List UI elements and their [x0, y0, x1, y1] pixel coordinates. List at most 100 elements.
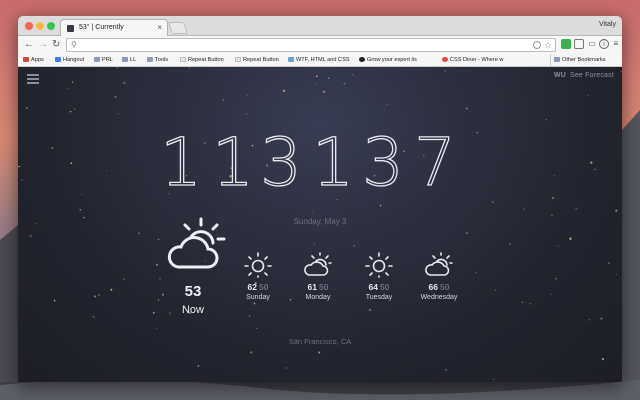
bookmark-tools[interactable]: Tools	[147, 54, 168, 66]
bookmark-repeat-button-2[interactable]: Repeat Button	[235, 54, 279, 66]
folder-icon	[122, 57, 128, 62]
browser-window: 53° | Currently × Vitaly ← → ↻ ⚲ ☆ ▭ i ≡…	[18, 16, 622, 382]
close-window-button[interactable]	[25, 22, 33, 30]
bookmark-prl[interactable]: PRL	[94, 54, 113, 66]
bookmark-ll[interactable]: LL	[122, 54, 136, 66]
see-forecast-label: See Forecast	[569, 72, 614, 79]
star	[552, 197, 554, 199]
star	[590, 161, 593, 164]
star	[116, 67, 119, 69]
page-icon	[180, 57, 186, 62]
search-icon: ⚲	[71, 40, 77, 49]
star	[282, 89, 286, 92]
star	[343, 82, 346, 85]
star	[256, 327, 258, 330]
forecast-day-name: Monday	[305, 294, 331, 301]
bookmark-css-diner[interactable]: CSS Diner - Where w	[442, 54, 503, 66]
clock-seconds: 37	[362, 125, 464, 195]
star	[248, 315, 251, 317]
star	[569, 237, 572, 240]
star	[553, 174, 556, 177]
info-icon[interactable]: i	[599, 39, 609, 49]
star	[138, 232, 140, 234]
star	[222, 99, 225, 101]
star	[594, 168, 596, 171]
new-tab-button[interactable]	[167, 22, 189, 34]
star	[157, 238, 160, 241]
star	[114, 95, 117, 98]
star	[313, 243, 315, 245]
star	[494, 289, 496, 291]
extension-shield-icon[interactable]	[561, 39, 571, 49]
forecast-day-name: Sunday	[246, 294, 270, 301]
partly-cloudy-icon	[425, 252, 453, 276]
star	[466, 107, 468, 110]
star	[92, 315, 95, 319]
star	[315, 75, 318, 78]
star	[67, 87, 69, 90]
star	[529, 302, 532, 305]
bookmark-other-bookmarks[interactable]: Other Bookmarks	[550, 54, 606, 66]
wtf-icon	[288, 57, 294, 62]
star	[51, 147, 54, 149]
clock: 11 31 37	[159, 123, 464, 207]
star	[110, 288, 113, 291]
star	[74, 108, 76, 110]
star	[368, 308, 372, 312]
bookmarks-bar: Apps Hangout PRL LL Tools Repeat Button …	[18, 54, 622, 67]
reload-icon[interactable]: ↻	[52, 38, 60, 52]
star	[97, 294, 100, 296]
star	[600, 317, 603, 320]
forecast-low: 50	[380, 282, 390, 292]
star	[123, 278, 125, 281]
browser-toolbar: ← → ↻ ⚲ ☆ ▭ i ≡	[18, 36, 622, 54]
bookmark-repeat-button-1[interactable]: Repeat Button	[180, 54, 224, 66]
star	[157, 299, 160, 301]
see-forecast-link[interactable]: WU See Forecast	[554, 72, 614, 79]
folder-icon	[94, 57, 100, 62]
pocket-icon[interactable]	[574, 39, 584, 49]
back-icon[interactable]: ←	[24, 38, 34, 52]
star	[69, 110, 72, 113]
star	[476, 132, 479, 134]
close-tab-icon[interactable]: ×	[157, 23, 162, 32]
minimize-window-button[interactable]	[36, 22, 44, 30]
cast-icon[interactable]: ▭	[587, 39, 597, 49]
bookmark-hangout[interactable]: Hangout	[55, 54, 84, 66]
star	[123, 81, 126, 84]
location-icon[interactable]	[533, 41, 541, 49]
profile-button[interactable]: Vitaly	[599, 21, 616, 28]
star	[586, 94, 589, 96]
forward-icon[interactable]: →	[38, 38, 48, 52]
address-bar[interactable]: ⚲ ☆	[66, 38, 556, 52]
star	[615, 209, 618, 212]
star	[246, 94, 249, 97]
star	[555, 277, 557, 280]
bookmark-apps[interactable]: Apps	[23, 54, 44, 66]
star	[156, 327, 158, 330]
star	[245, 113, 248, 115]
bookmark-grow-expert[interactable]: Grow your expert lis	[359, 54, 417, 66]
star	[521, 301, 524, 304]
star	[79, 208, 82, 211]
star	[445, 368, 448, 371]
wu-logo: WU	[553, 72, 566, 79]
forecast-high: 66	[428, 282, 438, 292]
star	[523, 208, 526, 210]
tab-title: 53° | Currently	[79, 24, 124, 31]
star	[285, 367, 287, 369]
forecast-high: 62	[247, 282, 257, 292]
tab-currently[interactable]: 53° | Currently ×	[60, 19, 168, 36]
bookmark-star-icon[interactable]: ☆	[544, 39, 552, 51]
star	[557, 245, 559, 247]
sun-icon	[365, 252, 393, 278]
zoom-window-button[interactable]	[47, 22, 55, 30]
menu-icon[interactable]: ≡	[611, 39, 621, 49]
star	[70, 162, 73, 164]
forecast-high: 61	[307, 282, 317, 292]
star	[188, 67, 191, 68]
bookmark-wtf-html-css[interactable]: WTF, HTML and CSS	[288, 54, 350, 66]
sun-icon	[244, 252, 272, 278]
hamburger-menu-icon[interactable]	[27, 74, 39, 84]
star	[550, 293, 552, 295]
